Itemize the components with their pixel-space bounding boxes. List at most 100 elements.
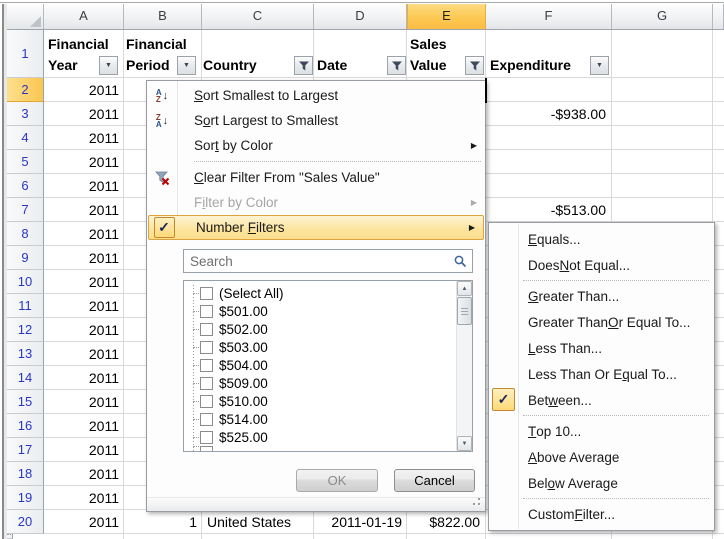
- scroll-down-button[interactable]: ▼: [457, 436, 472, 451]
- cell-f7[interactable]: -$513.00: [486, 198, 606, 222]
- checkbox[interactable]: [200, 413, 213, 426]
- popup-resize-bar[interactable]: [147, 497, 485, 511]
- submenu-item-between-checked[interactable]: ✓ Between...: [489, 387, 714, 413]
- cell-a18[interactable]: 2011: [44, 462, 119, 486]
- row-header-4[interactable]: 4: [7, 126, 44, 150]
- column-header-d[interactable]: D: [314, 4, 407, 29]
- cell-a17[interactable]: 2011: [44, 438, 119, 462]
- row-header-17[interactable]: 17: [7, 438, 44, 462]
- row-header-15[interactable]: 15: [7, 390, 44, 414]
- submenu-item-does-not-equal[interactable]: Does Not Equal...: [489, 252, 714, 278]
- row-header-1[interactable]: 1: [7, 30, 44, 78]
- row-header-8[interactable]: 8: [7, 222, 44, 246]
- filter-dropdown-button-expenditure[interactable]: ▼: [590, 56, 609, 75]
- cell-e20[interactable]: $822.00: [407, 510, 480, 534]
- search-icon[interactable]: [454, 255, 467, 273]
- submenu-item-greater-than[interactable]: Greater Than...: [489, 283, 714, 309]
- submenu-item-custom-filter[interactable]: Custom Filter...: [489, 501, 714, 527]
- cell-a4[interactable]: 2011: [44, 126, 119, 150]
- row-header-6[interactable]: 6: [7, 174, 44, 198]
- cell-d20[interactable]: 2011-01-19: [314, 510, 402, 534]
- menu-item-number-filters-highlighted[interactable]: ✓ Number Filters ▶: [148, 215, 484, 240]
- list-item[interactable]: $525.00: [184, 428, 472, 446]
- cell-a8[interactable]: 2011: [44, 222, 119, 246]
- submenu-item-less-than-or-equal[interactable]: Less Than Or Equal To...: [489, 361, 714, 387]
- filter-applied-button-country[interactable]: [294, 56, 313, 75]
- row-header-3[interactable]: 3: [7, 102, 44, 126]
- cell-a12[interactable]: 2011: [44, 318, 119, 342]
- submenu-item-less-than[interactable]: Less Than...: [489, 335, 714, 361]
- cell-f3[interactable]: -$938.00: [486, 102, 606, 126]
- checkbox[interactable]: [200, 359, 213, 372]
- menu-item-sort-largest-to-smallest[interactable]: ZA↓ Sort Largest to Smallest: [147, 108, 485, 133]
- column-header-g[interactable]: G: [612, 4, 713, 29]
- cell-a19[interactable]: 2011: [44, 486, 119, 510]
- list-item[interactable]: $510.00: [184, 392, 472, 410]
- cell-a3[interactable]: 2011: [44, 102, 119, 126]
- ok-button[interactable]: OK: [296, 469, 378, 492]
- checkbox[interactable]: [200, 395, 213, 408]
- row-header-2-selected[interactable]: 2: [7, 78, 44, 102]
- cell-a10[interactable]: 2011: [44, 270, 119, 294]
- cell-a5[interactable]: 2011: [44, 150, 119, 174]
- column-header-c[interactable]: C: [202, 4, 314, 29]
- submenu-item-top-10[interactable]: Top 10...: [489, 418, 714, 444]
- row-header-10[interactable]: 10: [7, 270, 44, 294]
- list-item[interactable]: $509.00: [184, 374, 472, 392]
- row-header-14[interactable]: 14: [7, 366, 44, 390]
- cell-a2[interactable]: 2011: [44, 78, 119, 102]
- checkbox[interactable]: [200, 323, 213, 336]
- row-header-9[interactable]: 9: [7, 246, 44, 270]
- menu-item-sort-smallest-to-largest[interactable]: AZ↓ Sort Smallest to Largest: [147, 83, 485, 108]
- resize-grip-icon[interactable]: [469, 498, 482, 509]
- filter-applied-button-date[interactable]: [387, 56, 406, 75]
- scroll-up-button[interactable]: ▲: [457, 281, 472, 296]
- menu-item-sort-by-color[interactable]: Sort by Color ▶: [147, 133, 485, 158]
- submenu-item-above-average[interactable]: Above Average: [489, 444, 714, 470]
- cell-a9[interactable]: 2011: [44, 246, 119, 270]
- list-item[interactable]: $504.00: [184, 356, 472, 374]
- cell-a13[interactable]: 2011: [44, 342, 119, 366]
- submenu-item-greater-than-or-equal[interactable]: Greater Than Or Equal To...: [489, 309, 714, 335]
- cell-a7[interactable]: 2011: [44, 198, 119, 222]
- submenu-item-equals[interactable]: Equals...: [489, 226, 714, 252]
- row-header-7[interactable]: 7: [7, 198, 44, 222]
- column-header-e-selected[interactable]: E: [407, 4, 486, 29]
- cell-b20[interactable]: 1: [124, 510, 197, 534]
- column-header-a[interactable]: A: [44, 4, 124, 29]
- row-header-19[interactable]: 19: [7, 486, 44, 510]
- row-header-11[interactable]: 11: [7, 294, 44, 318]
- row-header-5[interactable]: 5: [7, 150, 44, 174]
- cell-a11[interactable]: 2011: [44, 294, 119, 318]
- cell-c20[interactable]: United States: [207, 510, 291, 534]
- checkbox[interactable]: [200, 305, 213, 318]
- search-input[interactable]: [184, 250, 472, 272]
- select-all-corner[interactable]: [7, 4, 44, 29]
- cancel-button[interactable]: Cancel: [394, 469, 475, 492]
- row-header-13[interactable]: 13: [7, 342, 44, 366]
- filter-dropdown-button-period[interactable]: ▼: [177, 56, 196, 75]
- filter-dropdown-button-year[interactable]: ▼: [99, 56, 118, 75]
- checkbox[interactable]: [200, 287, 213, 300]
- row-header-16[interactable]: 16: [7, 414, 44, 438]
- row-header-18[interactable]: 18: [7, 462, 44, 486]
- cell-a15[interactable]: 2011: [44, 390, 119, 414]
- menu-item-clear-filter[interactable]: Clear Filter From "Sales Value": [147, 165, 485, 190]
- column-header-f[interactable]: F: [486, 4, 612, 29]
- row-header-20[interactable]: 20: [7, 510, 44, 534]
- column-header-b[interactable]: B: [124, 4, 202, 29]
- filter-applied-button-sales-value[interactable]: [465, 56, 484, 75]
- cell-a20[interactable]: 2011: [44, 510, 119, 534]
- list-item-select-all[interactable]: (Select All): [184, 284, 472, 302]
- checkbox[interactable]: [200, 431, 213, 444]
- checkbox[interactable]: [200, 341, 213, 354]
- row-header-12[interactable]: 12: [7, 318, 44, 342]
- list-item[interactable]: $503.00: [184, 338, 472, 356]
- scrollbar-thumb[interactable]: [457, 297, 472, 325]
- cell-a14[interactable]: 2011: [44, 366, 119, 390]
- list-item[interactable]: $514.00: [184, 410, 472, 428]
- submenu-item-below-average[interactable]: Below Average: [489, 470, 714, 496]
- cell-a16[interactable]: 2011: [44, 414, 119, 438]
- list-scrollbar[interactable]: ▲ ▼: [456, 281, 472, 451]
- list-item[interactable]: $502.00: [184, 320, 472, 338]
